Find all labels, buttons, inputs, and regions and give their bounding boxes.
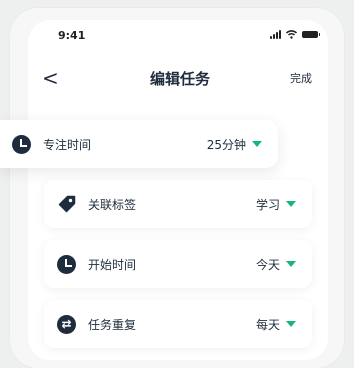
dropdown-caret-icon[interactable]	[286, 201, 296, 207]
tag-label: 关联标签	[88, 197, 137, 212]
status-bar: 9:41	[58, 26, 320, 44]
start-time-value: 今天	[255, 257, 280, 272]
repeat-icon: ⇄	[57, 314, 76, 334]
status-time: 9:41	[58, 29, 86, 42]
dropdown-caret-icon[interactable]	[286, 261, 296, 267]
start-time-label: 开始时间	[88, 257, 137, 272]
repeat-row[interactable]: ⇄ 任务重复 每天	[44, 300, 312, 348]
focus-time-label: 专注时间	[43, 137, 92, 152]
dropdown-caret-icon[interactable]	[252, 141, 262, 147]
repeat-label: 任务重复	[88, 317, 137, 332]
focus-time-value: 25分钟	[206, 137, 246, 152]
wifi-icon	[286, 30, 297, 39]
tag-icon	[58, 195, 76, 213]
focus-time-row[interactable]: 专注时间 25分钟	[0, 120, 278, 168]
page-title: 编辑任务	[149, 70, 210, 88]
status-icons	[270, 30, 320, 39]
start-time-row[interactable]: 开始时间 今天	[44, 240, 312, 288]
battery-icon	[302, 31, 320, 38]
dropdown-caret-icon[interactable]	[286, 321, 296, 327]
repeat-value: 每天	[255, 317, 280, 332]
signal-icon	[270, 30, 281, 39]
clock-icon	[57, 254, 76, 274]
clock-icon	[12, 134, 31, 154]
done-button[interactable]: 完成	[290, 70, 312, 86]
tag-value: 学习	[255, 197, 280, 212]
tag-row[interactable]: 关联标签 学习	[44, 180, 312, 228]
nav-bar: < 编辑任务 完成	[40, 64, 320, 92]
